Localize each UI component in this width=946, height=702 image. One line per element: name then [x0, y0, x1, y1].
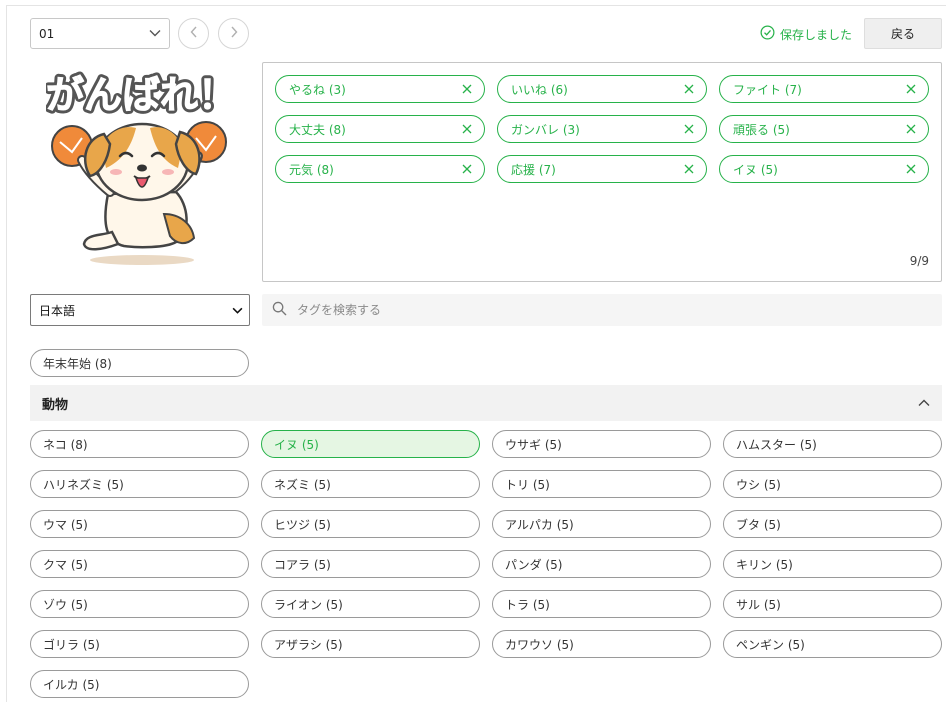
tag-label: ファイト (7) — [733, 82, 802, 97]
animal-tag[interactable]: キリン (5) — [723, 550, 942, 578]
selected-tag-chip[interactable]: 大丈夫 (8) — [275, 115, 485, 143]
selected-tag-chip[interactable]: 元気 (8) — [275, 155, 485, 183]
close-icon[interactable] — [904, 122, 918, 136]
animal-tag[interactable]: ライオン (5) — [261, 590, 480, 618]
animal-tag[interactable]: ウサギ (5) — [492, 430, 711, 458]
chevron-down-icon — [149, 26, 161, 41]
close-icon[interactable] — [460, 122, 474, 136]
animal-tag[interactable]: ブタ (5) — [723, 510, 942, 538]
animal-tag[interactable]: イルカ (5) — [30, 670, 249, 698]
sticker-number-value: 01 — [39, 26, 55, 41]
tag-label: 元気 (8) — [289, 162, 334, 177]
check-circle-icon — [760, 25, 775, 43]
close-icon[interactable] — [460, 162, 474, 176]
animal-tag[interactable]: ハムスター (5) — [723, 430, 942, 458]
animal-section-header[interactable]: 動物 — [30, 385, 942, 421]
selected-tag-chip[interactable]: ガンバレ (3) — [497, 115, 707, 143]
tag-label: 応援 (7) — [511, 162, 556, 177]
selected-tag-chip[interactable]: やるね (3) — [275, 75, 485, 103]
tag-search[interactable] — [262, 294, 942, 326]
close-icon[interactable] — [904, 162, 918, 176]
frame-top-border — [6, 5, 946, 6]
animal-tag[interactable]: ネコ (8) — [30, 430, 249, 458]
sticker-number-select[interactable]: 01 — [30, 18, 170, 49]
search-input[interactable] — [295, 302, 932, 318]
chevron-down-icon — [232, 303, 243, 318]
animal-tag[interactable]: ウマ (5) — [30, 510, 249, 538]
sticker-preview: がんばれ！ がんばれ！ — [42, 64, 246, 274]
selected-tag-chip[interactable]: いいね (6) — [497, 75, 707, 103]
dog-illustration — [51, 121, 227, 265]
animal-tag[interactable]: アザラシ (5) — [261, 630, 480, 658]
animal-tag[interactable]: トラ (5) — [492, 590, 711, 618]
save-status: 保存しました — [760, 24, 852, 44]
tag-label: ガンバレ (3) — [511, 122, 580, 137]
animal-tag[interactable]: ヒツジ (5) — [261, 510, 480, 538]
animal-tag[interactable]: ウシ (5) — [723, 470, 942, 498]
sticker-caption: がんばれ！ がんばれ！ — [42, 70, 239, 121]
animal-tag[interactable]: クマ (5) — [30, 550, 249, 578]
close-icon[interactable] — [682, 82, 696, 96]
animal-tag[interactable]: トリ (5) — [492, 470, 711, 498]
animal-tag[interactable]: サル (5) — [723, 590, 942, 618]
close-icon[interactable] — [682, 122, 696, 136]
back-button[interactable]: 戻る — [864, 18, 942, 49]
frame-left-border — [6, 5, 7, 702]
save-status-label: 保存しました — [780, 27, 853, 42]
animal-tag[interactable]: パンダ (5) — [492, 550, 711, 578]
chevron-left-icon — [190, 26, 198, 42]
selected-tag-chip[interactable]: イヌ (5) — [719, 155, 929, 183]
section-title: 動物 — [42, 397, 69, 413]
animal-tag-selected[interactable]: イヌ (5) — [261, 430, 480, 458]
language-select[interactable]: 日本語 — [30, 294, 250, 326]
animal-tag[interactable]: ゾウ (5) — [30, 590, 249, 618]
selected-tag-chip[interactable]: 応援 (7) — [497, 155, 707, 183]
tag-label: やるね (3) — [289, 82, 346, 97]
animal-tag[interactable]: カワウソ (5) — [492, 630, 711, 658]
animal-tag[interactable]: ゴリラ (5) — [30, 630, 249, 658]
close-icon[interactable] — [460, 82, 474, 96]
selected-tag-count: 9/9 — [909, 254, 929, 268]
animal-tag[interactable]: ペンギン (5) — [723, 630, 942, 658]
selected-tag-chip[interactable]: ファイト (7) — [719, 75, 929, 103]
tag-label: 頑張る (5) — [733, 122, 790, 137]
close-icon[interactable] — [904, 82, 918, 96]
chevron-up-icon — [918, 396, 930, 411]
animal-tag[interactable]: ネズミ (5) — [261, 470, 480, 498]
chevron-right-icon — [230, 26, 238, 42]
next-sticker-button[interactable] — [218, 18, 249, 49]
tag-label: イヌ (5) — [733, 162, 778, 177]
animal-tag[interactable]: アルパカ (5) — [492, 510, 711, 538]
tag-label: いいね (6) — [511, 82, 568, 97]
selected-tag-chip[interactable]: 頑張る (5) — [719, 115, 929, 143]
animal-tag[interactable]: ハリネズミ (5) — [30, 470, 249, 498]
language-value: 日本語 — [39, 303, 76, 318]
seasonal-tag[interactable]: 年末年始 (8) — [30, 349, 249, 377]
search-icon — [272, 301, 287, 320]
animal-tag[interactable]: コアラ (5) — [261, 550, 480, 578]
prev-sticker-button[interactable] — [178, 18, 209, 49]
close-icon[interactable] — [682, 162, 696, 176]
svg-text:がんばれ！: がんばれ！ — [46, 73, 236, 117]
tag-label: 大丈夫 (8) — [289, 122, 346, 137]
selected-tags-box: やるね (3) いいね (6) ファイト (7) 大丈夫 (8) ガンバレ (3… — [262, 62, 942, 282]
